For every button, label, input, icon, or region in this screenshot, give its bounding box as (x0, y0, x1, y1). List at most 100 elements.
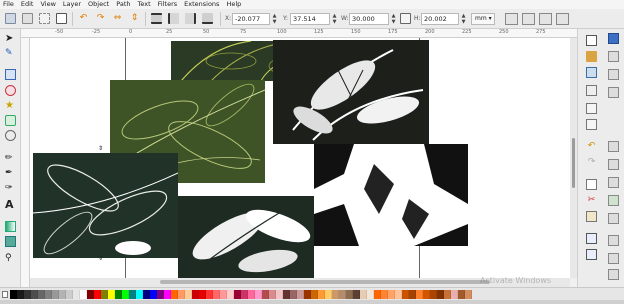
color-swatch[interactable] (339, 290, 346, 299)
color-swatch[interactable] (94, 290, 101, 299)
new-document-icon[interactable] (586, 35, 597, 46)
menu-extensions[interactable]: Extensions (181, 0, 223, 9)
color-swatch[interactable] (367, 290, 374, 299)
color-swatch[interactable] (374, 290, 381, 299)
rectangle-tool-icon[interactable] (5, 69, 16, 80)
snap-bbox-corners-icon[interactable] (608, 87, 619, 98)
color-swatch[interactable] (59, 290, 66, 299)
dropper-tool-icon[interactable]: ⚲ (5, 253, 16, 264)
zoom-drawing-icon[interactable] (586, 249, 597, 260)
unit-select[interactable]: mm ▾ (471, 13, 495, 25)
color-swatch[interactable] (171, 290, 178, 299)
leaf-image-bw[interactable] (314, 144, 468, 246)
lower-to-bottom-icon[interactable] (202, 13, 213, 24)
color-swatch[interactable] (31, 290, 38, 299)
cut-icon[interactable]: ✂ (586, 195, 597, 206)
color-swatch[interactable] (73, 290, 80, 299)
open-icon[interactable] (586, 51, 597, 62)
vertical-scroll-thumb[interactable] (572, 138, 575, 188)
color-swatch[interactable] (241, 290, 248, 299)
color-swatch[interactable] (360, 290, 367, 299)
color-swatch[interactable] (185, 290, 192, 299)
color-swatch[interactable] (227, 290, 234, 299)
lock-proportions-icon[interactable] (400, 13, 411, 24)
color-swatch[interactable] (283, 290, 290, 299)
color-swatch[interactable] (451, 290, 458, 299)
color-swatch[interactable] (276, 290, 283, 299)
3d-box-tool-icon[interactable] (5, 115, 16, 126)
color-swatch[interactable] (402, 290, 409, 299)
transform-patterns-icon[interactable] (556, 13, 569, 25)
selector-tool-icon[interactable]: ➤ (5, 33, 16, 44)
color-swatch[interactable] (80, 290, 87, 299)
copy-icon[interactable] (586, 179, 597, 190)
undo-icon[interactable]: ↶ (586, 141, 597, 152)
export-icon[interactable] (586, 119, 597, 130)
rotate-ccw-icon[interactable]: ↶ (78, 13, 89, 24)
rotate-icon[interactable] (56, 13, 67, 24)
text-tool-icon[interactable]: A (5, 199, 16, 210)
color-swatch[interactable] (346, 290, 353, 299)
color-swatch[interactable] (24, 290, 31, 299)
pencil-tool-icon[interactable]: ✏ (5, 153, 16, 164)
color-swatch[interactable] (262, 290, 269, 299)
color-swatch[interactable] (45, 290, 52, 299)
vertical-scrollbar[interactable] (570, 38, 577, 278)
x-spinner[interactable]: ▲ ▼ (270, 13, 279, 25)
scale-handle-top[interactable]: ⇕ (98, 145, 103, 152)
color-swatch[interactable] (178, 290, 185, 299)
snap-toggle-icon[interactable] (608, 33, 619, 44)
menu-filters[interactable]: Filters (155, 0, 181, 9)
color-swatch[interactable] (220, 290, 227, 299)
menu-file[interactable]: File (0, 0, 18, 9)
menu-text[interactable]: Text (135, 0, 155, 9)
color-swatch[interactable] (304, 290, 311, 299)
select-all-icon[interactable] (5, 13, 16, 24)
color-swatch[interactable] (115, 290, 122, 299)
ellipse-tool-icon[interactable] (5, 85, 16, 96)
flip-horizontal-icon[interactable]: ⇔ (112, 13, 123, 24)
import-icon[interactable] (586, 103, 597, 114)
color-swatch[interactable] (38, 290, 45, 299)
color-swatch[interactable] (150, 290, 157, 299)
snap-smooth-nodes-icon[interactable] (608, 213, 619, 224)
color-swatch[interactable] (164, 290, 171, 299)
h-spinner[interactable]: ▲ ▼ (459, 13, 468, 25)
node-tool-icon[interactable]: ✎ (5, 48, 16, 59)
color-swatch[interactable] (255, 290, 262, 299)
transform-gradients-icon[interactable] (539, 13, 552, 25)
color-swatch[interactable] (437, 290, 444, 299)
raise-to-top-icon[interactable] (151, 13, 162, 24)
save-icon[interactable] (586, 67, 597, 78)
palette-scrollbar[interactable] (0, 300, 624, 304)
leaf-image-white-top[interactable] (273, 40, 429, 144)
y-spinner[interactable]: ▲ ▼ (330, 13, 339, 25)
color-swatch[interactable] (458, 290, 465, 299)
gradient-tool-icon[interactable] (5, 221, 16, 232)
snap-cusp-nodes-icon[interactable] (608, 195, 619, 206)
rotate-cw-icon[interactable]: ↷ (95, 13, 106, 24)
w-spinner[interactable]: ▲ ▼ (389, 13, 398, 25)
paste-icon[interactable] (586, 211, 597, 222)
raise-icon[interactable] (168, 13, 179, 24)
lower-icon[interactable] (185, 13, 196, 24)
color-swatch[interactable] (87, 290, 94, 299)
color-swatch[interactable] (381, 290, 388, 299)
color-swatch[interactable] (122, 290, 129, 299)
pen-tool-icon[interactable]: ✒ (5, 168, 16, 179)
leaf-image-white-bottom[interactable] (178, 196, 314, 278)
color-swatch[interactable] (17, 290, 24, 299)
color-swatch[interactable] (353, 290, 360, 299)
scale-handle-bottom[interactable]: ⇕ (98, 255, 103, 262)
deselect-icon[interactable] (39, 13, 50, 24)
color-swatch[interactable] (234, 290, 241, 299)
color-swatch[interactable] (430, 290, 437, 299)
color-swatch[interactable] (409, 290, 416, 299)
x-field[interactable]: -20.077 (232, 13, 270, 25)
spiral-tool-icon[interactable] (5, 130, 16, 141)
menu-object[interactable]: Object (85, 0, 113, 9)
color-swatch[interactable] (416, 290, 423, 299)
color-swatch[interactable] (388, 290, 395, 299)
color-swatch[interactable] (108, 290, 115, 299)
mesh-tool-icon[interactable] (5, 236, 16, 247)
